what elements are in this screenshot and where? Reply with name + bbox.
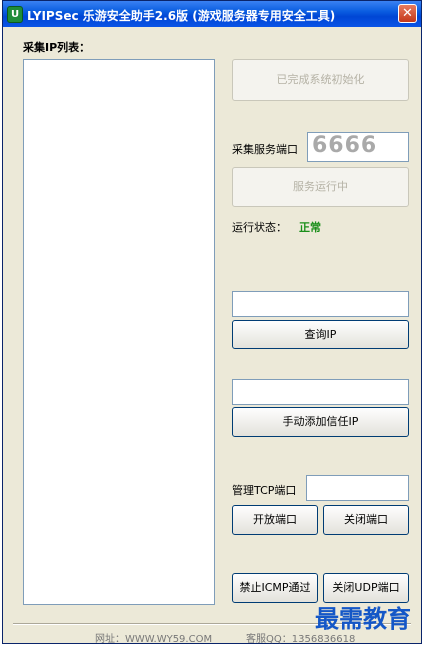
- website-text: 网址：WWW.WY59.COM: [95, 634, 213, 645]
- service-running-button[interactable]: 服务运行中: [232, 167, 409, 207]
- block-icmp-button[interactable]: 禁止ICMP通过: [232, 573, 318, 603]
- window-title: LYIPSec 乐游安全助手2.6版 (游戏服务器专用安全工具): [27, 9, 336, 23]
- ip-list[interactable]: [23, 59, 215, 605]
- watermark-text: 最需教育: [315, 604, 411, 633]
- ip-list-label: 采集IP列表：: [23, 41, 91, 54]
- trust-ip-input[interactable]: [232, 379, 409, 405]
- init-system-button[interactable]: 已完成系统初始化: [232, 59, 409, 101]
- shield-app-icon: U: [7, 6, 23, 23]
- tcp-port-input[interactable]: [306, 475, 409, 501]
- query-ip-input[interactable]: [232, 291, 409, 317]
- collect-port-value: 6666: [312, 133, 378, 158]
- app-window: U LYIPSec 乐游安全助手2.6版 (游戏服务器专用安全工具) ✕ 采集I…: [2, 0, 422, 645]
- title-bar[interactable]: U LYIPSec 乐游安全助手2.6版 (游戏服务器专用安全工具) ✕: [3, 1, 421, 27]
- tcp-port-label: 管理TCP端口: [232, 484, 297, 497]
- close-icon[interactable]: ✕: [398, 4, 417, 23]
- collect-port-label: 采集服务端口: [232, 143, 298, 156]
- open-port-button[interactable]: 开放端口: [232, 505, 318, 535]
- status-label: 运行状态：: [232, 221, 287, 234]
- close-port-button[interactable]: 关闭端口: [323, 505, 409, 535]
- add-trust-ip-button[interactable]: 手动添加信任IP: [232, 407, 409, 437]
- query-ip-button[interactable]: 查询IP: [232, 320, 409, 349]
- collect-port-input[interactable]: 6666: [307, 132, 409, 162]
- status-value: 正常: [299, 221, 321, 234]
